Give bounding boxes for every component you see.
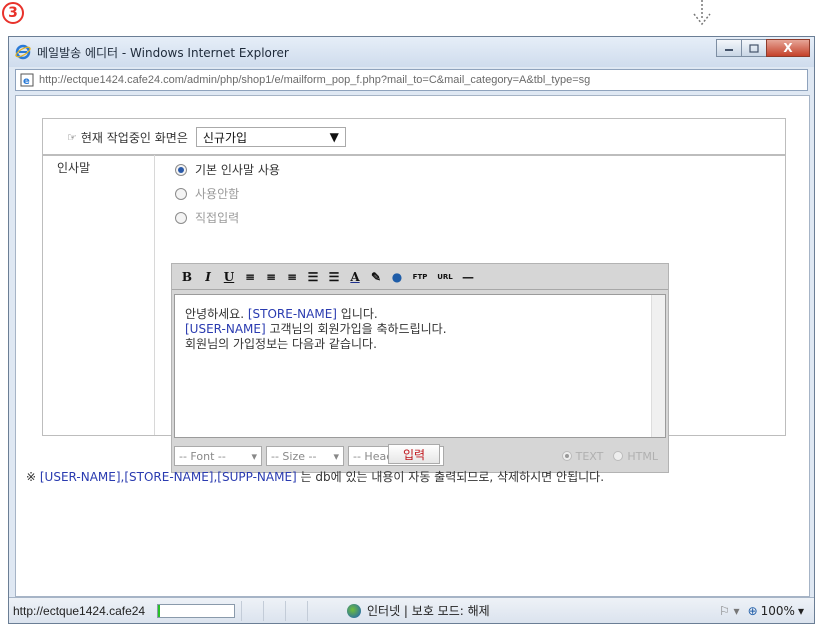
editor-toolbar: B I U ≡ ≡ ≡ ☰ ☰ A ✎ ● FTP URL — xyxy=(172,264,668,290)
progress-fill xyxy=(158,604,161,617)
editor-line-1: 안녕하세요. [STORE-NAME] 입니다. xyxy=(185,307,655,322)
font-select[interactable]: -- Font -- ▾ xyxy=(174,446,262,466)
text: 입니다. xyxy=(336,307,378,321)
zoom-area: ⚐ ▾ ⊕ 100% ▾ xyxy=(719,604,814,618)
address-url: http://ectque1424.cafe24.com/admin/php/s… xyxy=(39,74,591,86)
page-icon: e xyxy=(20,73,34,87)
chevron-down-icon: ▾ xyxy=(797,603,804,618)
window-title: 메일발송 에디터 - Windows Internet Explorer xyxy=(37,45,289,60)
notice-prefix: ※ xyxy=(26,470,40,484)
close-icon: X xyxy=(783,41,793,55)
align-left-icon[interactable]: ≡ xyxy=(243,269,257,285)
notice-text: ※ [USER-NAME],[STORE-NAME],[SUPP-NAME] 는… xyxy=(26,468,604,485)
step-number-badge: 3 xyxy=(2,2,24,24)
hand-pointer-icon: ☞ xyxy=(67,130,77,144)
maximize-icon xyxy=(749,43,759,53)
mode-text-label: TEXT xyxy=(575,449,604,463)
radio-label: 사용안함 xyxy=(195,187,240,201)
status-url: http://ectque1424.cafe24 xyxy=(13,603,146,618)
zoom-control[interactable]: ⊕ 100% ▾ xyxy=(748,604,804,618)
horizontal-rule-icon[interactable]: — xyxy=(461,269,475,285)
zoom-value: 100% xyxy=(760,603,795,618)
globe-icon xyxy=(347,603,361,618)
ie-logo-icon xyxy=(15,44,31,60)
unordered-list-icon[interactable]: ☰ xyxy=(327,269,341,285)
minimize-button[interactable] xyxy=(716,39,742,57)
bold-icon[interactable]: B xyxy=(180,269,194,285)
screen-select-value: 신규가입 xyxy=(202,130,248,145)
dropdown-arrow-icon: ▾ xyxy=(251,449,257,463)
highlight-icon[interactable]: ✎ xyxy=(369,269,383,285)
zoom-icon: ⊕ xyxy=(747,603,758,618)
ordered-list-icon[interactable]: ☰ xyxy=(306,269,320,285)
italic-icon[interactable]: I xyxy=(201,269,215,285)
radio-button[interactable] xyxy=(613,451,624,461)
radio-button[interactable] xyxy=(175,211,187,224)
minimize-icon xyxy=(725,49,733,51)
notice-tags: [USER-NAME],[STORE-NAME],[SUPP-NAME] xyxy=(39,470,297,484)
current-screen-row: ☞ 현재 작업중인 화면은 신규가입 ▼ xyxy=(42,118,786,156)
security-icon[interactable]: ⚐ ▾ xyxy=(719,604,740,618)
align-right-icon[interactable]: ≡ xyxy=(285,269,299,285)
submit-button[interactable]: 입력 xyxy=(388,444,440,464)
text: 고객님의 회원가입을 축하드립니다. xyxy=(265,322,447,336)
dropdown-arrow-icon: ▼ xyxy=(329,130,339,144)
size-select[interactable]: -- Size -- ▾ xyxy=(266,446,344,466)
radio-button[interactable] xyxy=(175,187,187,200)
image-url-icon[interactable]: URL xyxy=(436,269,454,285)
html-editor: B I U ≡ ≡ ≡ ☰ ☰ A ✎ ● FTP URL — 안녕하세요. [… xyxy=(171,263,669,473)
user-name-tag: [USER-NAME] xyxy=(185,322,266,336)
close-button[interactable]: X xyxy=(766,39,810,57)
radio-label: 기본 인사말 사용 xyxy=(195,163,280,177)
status-divider xyxy=(307,600,329,621)
image-ftp-icon[interactable]: FTP xyxy=(411,269,429,285)
ie-popup-window: 메일발송 에디터 - Windows Internet Explorer X e… xyxy=(8,36,815,624)
page-content: ☞ 현재 작업중인 화면은 신규가입 ▼ 인사말 기본 인사말 사용 사용안함 … xyxy=(15,95,810,597)
status-bar: http://ectque1424.cafe24 인터넷 | 보호 모드: 해제… xyxy=(9,597,814,623)
font-color-icon[interactable]: A xyxy=(348,269,362,285)
mode-html-radio[interactable]: HTML xyxy=(613,450,658,463)
radio-direct-input[interactable]: 직접입력 xyxy=(175,209,239,226)
editor-line-2: [USER-NAME] 고객님의 회원가입을 축하드립니다. xyxy=(185,322,655,337)
title-bar[interactable]: 메일발송 에디터 - Windows Internet Explorer X xyxy=(9,37,814,67)
greeting-label: 인사말 xyxy=(43,155,155,435)
radio-default-greeting[interactable]: 기본 인사말 사용 xyxy=(175,161,280,178)
text: 안녕하세요. xyxy=(185,307,248,321)
screen-select[interactable]: 신규가입 ▼ xyxy=(195,127,346,147)
notice-suffix: 는 db에 있는 내용이 자동 출력되므로, 삭제하시면 안됩니다. xyxy=(296,470,605,484)
radio-label: 직접입력 xyxy=(195,211,240,225)
status-divider xyxy=(263,600,285,621)
editor-text-area[interactable]: 안녕하세요. [STORE-NAME] 입니다. [USER-NAME] 고객님… xyxy=(174,294,666,438)
progress-bar xyxy=(157,603,235,618)
window-controls: X xyxy=(716,39,810,57)
underline-icon[interactable]: U xyxy=(222,269,236,285)
dotted-arrow-icon xyxy=(693,0,711,26)
align-center-icon[interactable]: ≡ xyxy=(264,269,278,285)
current-screen-label: 현재 작업중인 화면은 xyxy=(80,130,188,145)
size-select-value: -- Size -- xyxy=(271,449,317,463)
dropdown-arrow-icon: ▾ xyxy=(333,449,339,463)
status-divider xyxy=(241,600,263,621)
radio-button[interactable] xyxy=(561,451,572,461)
mode-html-label: HTML xyxy=(627,449,658,463)
maximize-button[interactable] xyxy=(741,39,767,57)
editor-line-3: 회원님의 가입정보는 다음과 같습니다. xyxy=(185,337,377,351)
radio-not-used[interactable]: 사용안함 xyxy=(175,185,239,202)
address-bar[interactable]: e http://ectque1424.cafe24.com/admin/php… xyxy=(15,69,808,91)
svg-text:e: e xyxy=(23,76,30,87)
zone-text: 인터넷 | 보호 모드: 해제 xyxy=(367,604,490,618)
vertical-scrollbar[interactable] xyxy=(651,295,665,437)
link-icon[interactable]: ● xyxy=(390,269,404,285)
radio-button[interactable] xyxy=(175,163,187,176)
status-divider xyxy=(285,600,307,621)
mode-text-radio[interactable]: TEXT xyxy=(561,449,604,463)
font-select-value: -- Font -- xyxy=(179,449,226,463)
store-name-tag: [STORE-NAME] xyxy=(247,307,337,321)
security-zone[interactable]: 인터넷 | 보호 모드: 해제 xyxy=(347,602,607,619)
greeting-table: 인사말 기본 인사말 사용 사용안함 직접입력 B I U ≡ ≡ ≡ ☰ ☰ … xyxy=(42,154,786,473)
